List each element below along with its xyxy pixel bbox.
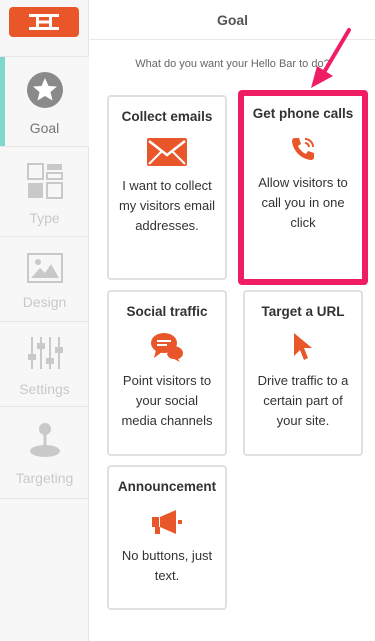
phone-icon [244, 131, 362, 167]
goal-card-collect-emails[interactable]: Collect emails I want to collect my visi… [107, 95, 227, 280]
card-title: Collect emails [121, 109, 213, 124]
megaphone-icon [109, 504, 225, 540]
goal-card-target-a-url[interactable]: Target a URL Drive traffic to a certain … [243, 290, 363, 456]
star-icon [26, 71, 64, 114]
sidebar-item-label: Goal [29, 120, 60, 136]
pointer-arrow-icon [311, 28, 351, 88]
sidebar-item-label: Design [22, 294, 67, 310]
chat-bubbles-icon [109, 329, 225, 365]
envelope-icon [109, 134, 225, 170]
card-description: No buttons, just text. [121, 548, 213, 583]
cursor-icon [245, 329, 361, 365]
sliders-icon [27, 336, 63, 375]
logo-area [0, 0, 88, 56]
image-icon [26, 253, 63, 288]
sidebar: Goal Type Design Settings Targeting [0, 0, 89, 641]
sidebar-item-goal[interactable]: Goal [0, 56, 89, 146]
card-title: Announcement [117, 479, 217, 494]
joystick-icon [27, 421, 63, 464]
card-title: Social traffic [126, 304, 208, 319]
goal-card-social-traffic[interactable]: Social traffic Point visitors to your so… [107, 290, 227, 456]
goal-card-get-phone-calls[interactable]: Get phone calls Allow visitors to call y… [238, 90, 368, 285]
sidebar-item-label: Targeting [15, 470, 74, 486]
sidebar-item-label: Type [29, 210, 60, 226]
card-description: Allow visitors to call you in one click [258, 175, 348, 230]
page-title: Goal [216, 11, 249, 28]
sidebar-item-label: Settings [19, 381, 70, 397]
sidebar-item-targeting[interactable]: Targeting [0, 406, 89, 498]
hello-bar-logo-icon[interactable] [9, 7, 79, 37]
goal-card-announcement[interactable]: Announcement No buttons, just text. [107, 465, 227, 610]
sidebar-item-type[interactable]: Type [0, 146, 89, 236]
sidebar-item-settings[interactable]: Settings [0, 321, 89, 406]
card-description: Drive traffic to a certain part of your … [257, 373, 349, 428]
sidebar-item-design[interactable]: Design [0, 236, 89, 321]
layout-icon [26, 163, 63, 204]
card-description: I want to collect my visitors email addr… [118, 178, 216, 233]
card-title: Target a URL [261, 304, 345, 319]
card-description: Point visitors to your social media chan… [121, 373, 213, 428]
divider [0, 498, 89, 499]
card-title: Get phone calls [252, 106, 354, 121]
